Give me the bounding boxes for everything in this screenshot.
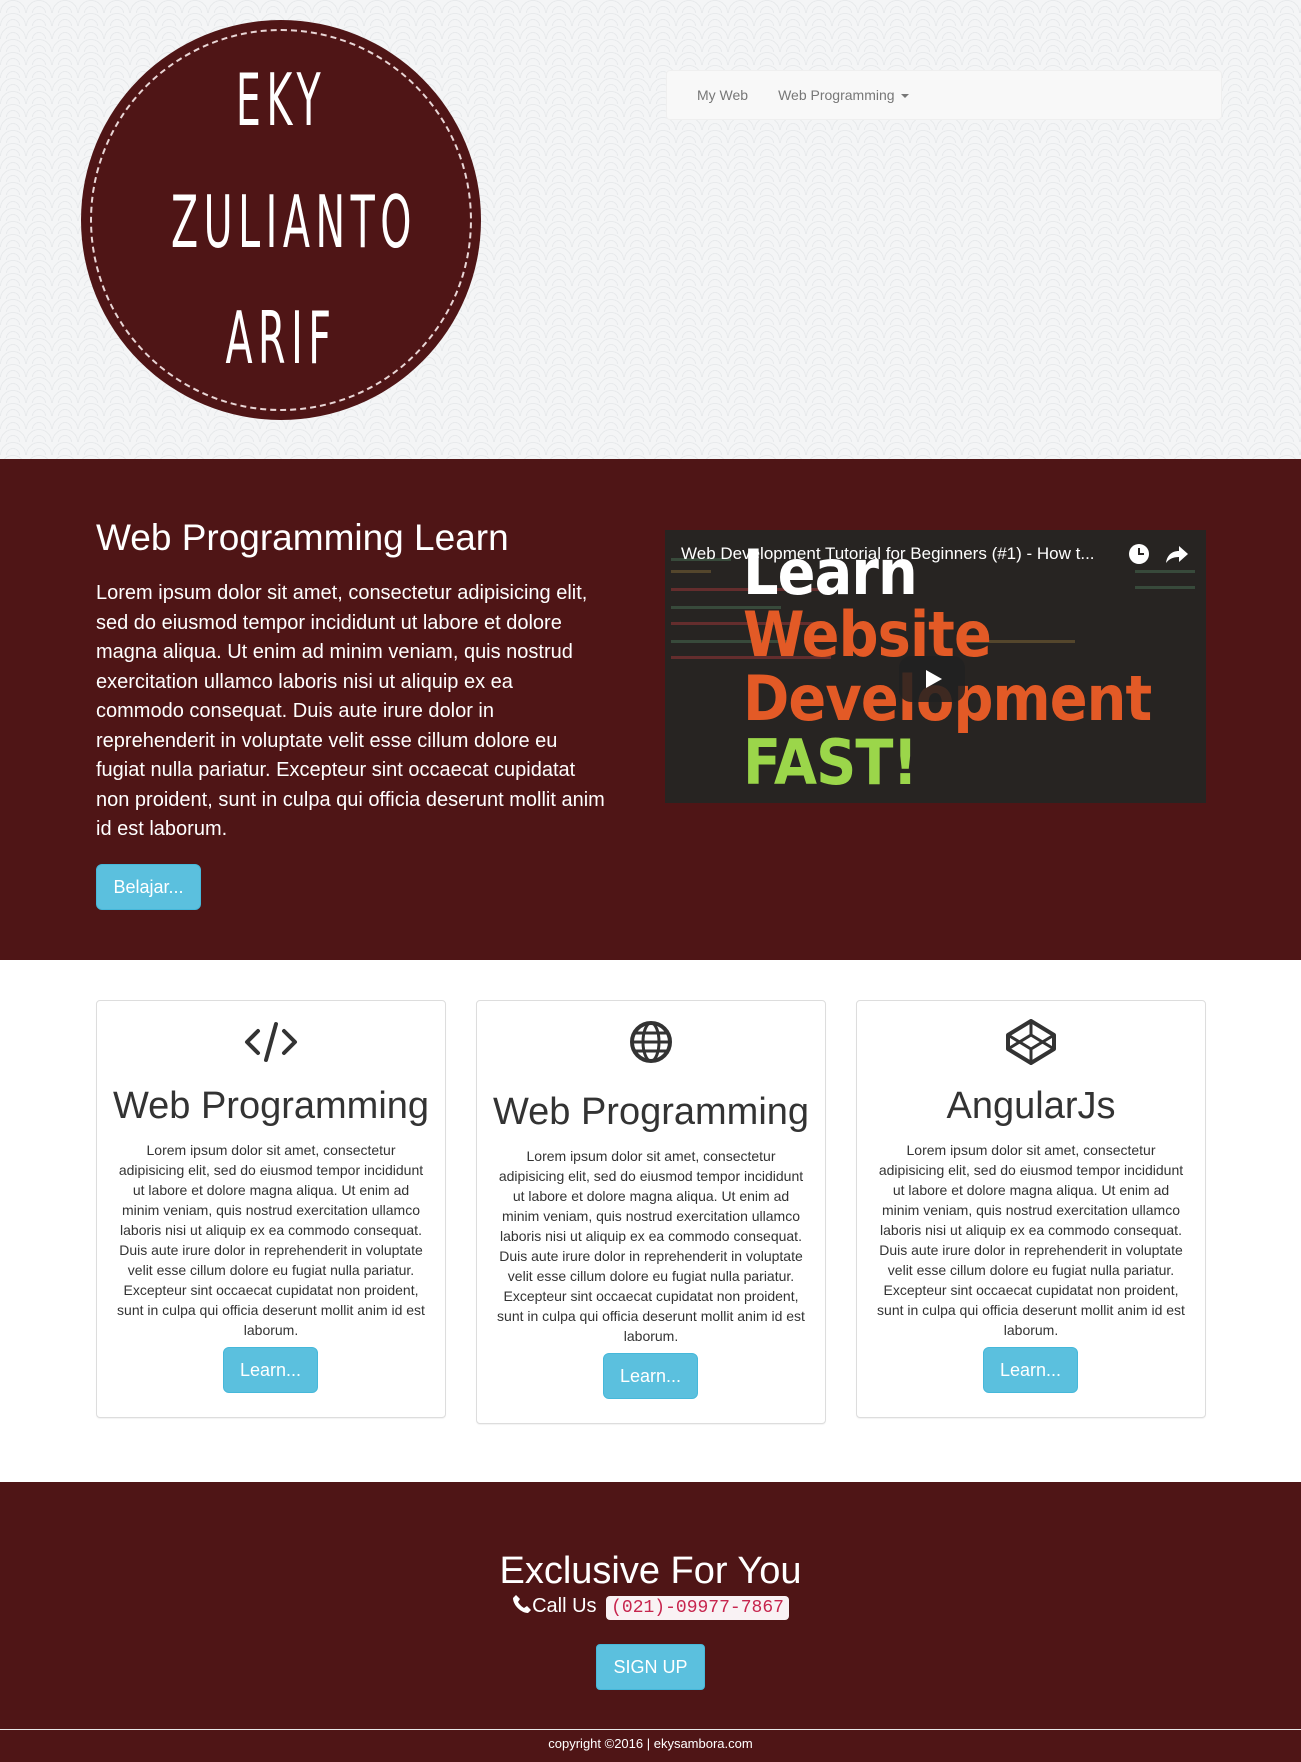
card-title: Web Programming [112, 1085, 430, 1127]
footer-divider [0, 1729, 1301, 1730]
site-header: Eky Zulianto Arif My Web Web Programming [0, 0, 1301, 459]
globe-icon [630, 1021, 672, 1063]
learn-button[interactable]: Learn... [983, 1347, 1078, 1393]
card-title: AngularJs [946, 1085, 1116, 1127]
belajar-button[interactable]: Belajar... [96, 864, 201, 910]
nav-item-web-programming-dropdown[interactable]: Web Programming [763, 70, 923, 120]
feature-card-angularjs: AngularJs Lorem ipsum dolor sit amet, co… [856, 1000, 1206, 1418]
video-embed[interactable]: Web Development Tutorial for Beginners (… [665, 530, 1206, 803]
card-text: Lorem ipsum dolor sit amet, consectetur … [117, 1142, 425, 1338]
card-text: Lorem ipsum dolor sit amet, consectetur … [877, 1142, 1185, 1338]
play-button[interactable] [899, 656, 965, 702]
codepen-icon [1006, 1019, 1056, 1065]
nav-item-my-web[interactable]: My Web [667, 70, 763, 120]
feature-card-web-programming-2: Web Programming Lorem ipsum dolor sit am… [476, 1000, 826, 1424]
learn-button[interactable]: Learn... [223, 1347, 318, 1393]
share-icon[interactable] [1165, 544, 1189, 564]
copyright-text: copyright ©2016 | ekysambora.com [548, 1736, 753, 1751]
card-title: Web Programming [492, 1091, 810, 1133]
hero-section: Web Programming Learn Lorem ipsum dolor … [0, 459, 1301, 960]
call-us-line: Call Us (021)-09977-7867 [0, 1594, 1301, 1620]
phone-number: (021)-09977-7867 [606, 1596, 789, 1620]
footer-section: Exclusive For You Call Us (021)-09977-78… [0, 1482, 1301, 1762]
code-icon [245, 1022, 297, 1062]
hero-title: Web Programming Learn [96, 517, 509, 558]
watch-later-icon[interactable] [1129, 544, 1149, 564]
logo-line-2: Zulianto [171, 180, 417, 264]
card-text: Lorem ipsum dolor sit amet, consectetur … [497, 1148, 805, 1344]
video-title[interactable]: Web Development Tutorial for Beginners (… [681, 544, 1095, 564]
hero-text: Lorem ipsum dolor sit amet, consectetur … [96, 582, 605, 840]
logo-line-3: Arif [225, 296, 337, 380]
caret-down-icon [900, 94, 909, 99]
nav-item-label: Web Programming [778, 87, 895, 103]
sign-up-button[interactable]: SIGN UP [596, 1644, 705, 1690]
logo-line-1: Eky [235, 58, 327, 142]
phone-icon [513, 1595, 532, 1613]
call-us-label: Call Us [532, 1595, 597, 1617]
feature-card-web-programming: Web Programming Lorem ipsum dolor sit am… [96, 1000, 446, 1418]
navbar: My Web Web Programming [666, 70, 1222, 120]
learn-button[interactable]: Learn... [603, 1353, 698, 1399]
thumbnail-text-line-4: FAST! [743, 726, 918, 799]
footer-title: Exclusive For You [499, 1550, 802, 1592]
logo[interactable]: Eky Zulianto Arif [81, 20, 481, 420]
